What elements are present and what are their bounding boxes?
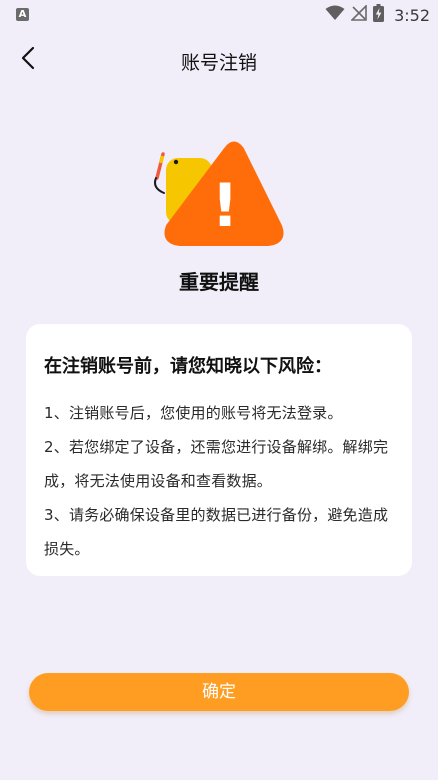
confirm-button[interactable]: 确定: [29, 673, 409, 711]
status-time: 3:52: [394, 5, 430, 25]
risk-item: 1、注销账号后，您使用的账号将无法登录。: [44, 404, 343, 422]
wifi-icon: [325, 5, 345, 25]
exclamation-mark: !: [211, 171, 238, 241]
battery-charging-icon: [373, 4, 385, 26]
app-header: 账号注销: [0, 38, 438, 82]
risk-card: 在注销账号前，请您知晓以下风险： 1、注销账号后，您使用的账号将无法登录。 2、…: [26, 324, 412, 576]
alert-title: 重要提醒: [179, 270, 259, 294]
risk-item: 2、若您绑定了设备，还需您进行设备解绑。解绑完成，将无法使用设备和查看数据。: [44, 438, 389, 490]
status-bar: A 3:52: [0, 0, 438, 30]
page-title: 账号注销: [180, 52, 257, 74]
status-icons: 3:52: [325, 4, 430, 26]
app-notification-icon: A: [16, 8, 29, 21]
risk-item: 3、请务必确保设备里的数据已进行备份，避免造成损失。: [44, 506, 389, 558]
warning-illustration: !: [150, 138, 290, 252]
pencil-icon: [155, 152, 165, 180]
no-signal-icon: [350, 4, 367, 25]
card-heading: 在注销账号前，请您知晓以下风险：: [44, 356, 332, 377]
